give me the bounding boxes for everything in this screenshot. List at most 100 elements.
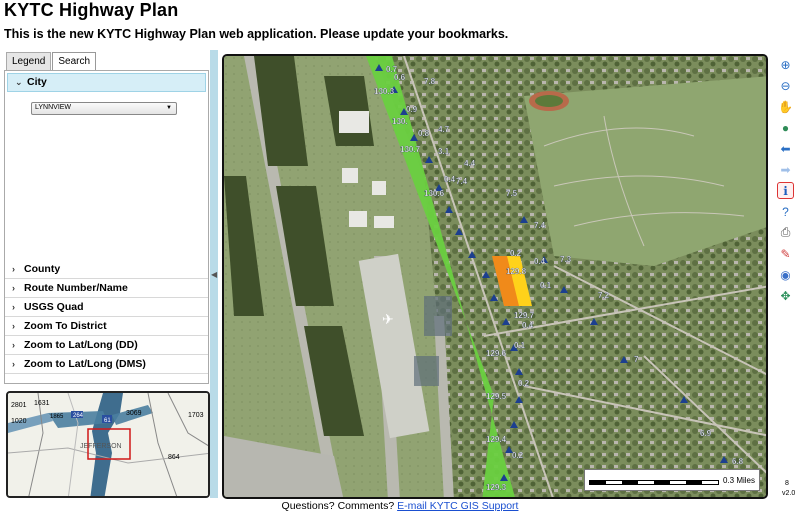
mile-label: 129.3 [486, 483, 507, 492]
mile-label: 129.6 [486, 349, 507, 358]
left-panel: Legend Search ⌄ City LYNNVIEW ▼ › County ›… [4, 50, 209, 384]
next-extent-button[interactable]: ➡ [777, 161, 794, 178]
coordinates-button[interactable]: ✥ [777, 287, 794, 304]
overview-label: 3069 [126, 410, 142, 417]
mile-label: 0.8 [418, 129, 430, 138]
previous-extent-icon: ⬅ [780, 141, 791, 156]
basemap-globe-button[interactable]: ◉ [777, 266, 794, 283]
mile-label: 0.2 [518, 379, 530, 388]
accordion-district[interactable]: › Zoom To District [5, 317, 208, 336]
zoom-level: 8 [785, 480, 789, 487]
accordion-label: County [24, 263, 61, 275]
chevron-right-icon: › [12, 321, 15, 331]
mile-label: 4.4 [464, 159, 476, 168]
mile-label: 7.4 [534, 221, 546, 230]
mile-label: 7.8 [424, 77, 436, 86]
mile-label: 130.7 [400, 145, 421, 154]
accordion-label: Zoom to Lat/Long (DD) [24, 339, 138, 351]
query-help-button[interactable]: ? [777, 203, 794, 220]
previous-extent-button[interactable]: ⬅ [777, 140, 794, 157]
print-icon: ⎙ [780, 225, 791, 239]
mile-label: 7.4 [456, 177, 468, 186]
mile-label: 129.8 [506, 267, 527, 276]
mile-label: 0.4 [534, 257, 546, 266]
footer-text: Questions? Comments? [281, 500, 395, 512]
airplane-icon: ✈ [382, 311, 394, 327]
query-help-icon: ? [782, 204, 789, 219]
full-extent-globe-icon: ● [781, 120, 790, 135]
mile-label: 0.6 [394, 73, 406, 82]
mile-label: 0.9 [406, 105, 418, 114]
panel-tabs: Legend Search [6, 52, 97, 72]
mile-label: 129.5 [486, 392, 507, 401]
mile-label: 0.1 [514, 341, 526, 350]
accordion-label: Route Number/Name [24, 282, 128, 294]
map-view[interactable]: 0.7 0.6 7.8 130.3 0.9 130. 0.8 4.7 130.7… [222, 54, 768, 499]
scale-bar: 0.3 Miles [584, 469, 760, 491]
zoom-out-button[interactable]: ⊖ [777, 77, 794, 94]
city-section: LYNNVIEW ▼ [5, 94, 208, 260]
mile-label: 129.7 [514, 311, 535, 320]
mile-label: 0.2 [510, 249, 522, 258]
chevron-right-icon: › [12, 359, 15, 369]
accordion-city-label: City [27, 76, 47, 88]
tab-legend[interactable]: Legend [6, 52, 52, 70]
pan-hand-button[interactable]: ✋ [777, 98, 794, 115]
overview-label: 1631 [34, 400, 50, 407]
mile-label: 7 [634, 355, 639, 364]
mile-label: 7.3 [560, 255, 572, 264]
search-panel: ⌄ City LYNNVIEW ▼ › County › Route Number/N… [4, 70, 209, 384]
chevron-right-icon: › [12, 283, 15, 293]
mile-label: 130. [392, 117, 408, 126]
accordion-label: Zoom To District [24, 320, 107, 332]
collapse-arrow-icon[interactable]: ◀ [211, 270, 217, 279]
mile-label: 0.4 [444, 175, 456, 184]
overview-map-graphic: 1631 2801 1020 1865 264 3069 1703 JEFFER… [8, 393, 208, 496]
mile-label: 130.3 [374, 87, 395, 96]
eraser-icon: ✎ [780, 246, 791, 261]
accordion-county[interactable]: › County [5, 260, 208, 279]
city-select-value: LYNNVIEW [35, 104, 72, 111]
tab-search[interactable]: Search [52, 52, 97, 72]
pan-hand-icon: ✋ [778, 99, 793, 114]
identify-info-button[interactable]: ℹ [777, 182, 794, 199]
support-email-link[interactable]: E-mail KYTC GIS Support [397, 500, 518, 512]
full-extent-globe-button[interactable]: ● [777, 119, 794, 136]
accordion-city[interactable]: ⌄ City [7, 73, 206, 92]
zoom-in-button[interactable]: ⊕ [777, 56, 794, 73]
overview-label: 2801 [11, 402, 27, 409]
mile-label: 4.7 [438, 125, 450, 134]
map-toolbar: ⊕ ⊖ ✋ ● ⬅ ➡ ℹ? ⎙ ✎ ◉ ✥ [777, 56, 797, 308]
mile-label: 3.1 [438, 147, 450, 156]
panel-splitter[interactable]: ◀ [210, 50, 218, 498]
overview-label: 61 [104, 418, 111, 424]
version-label: v2.0 [782, 490, 796, 497]
chevron-right-icon: › [12, 302, 15, 312]
mile-label: 7.5 [506, 189, 518, 198]
mile-label: 0.4 [522, 321, 534, 330]
overview-map[interactable]: 1631 2801 1020 1865 264 3069 1703 JEFFER… [6, 391, 210, 498]
print-button[interactable]: ⎙ [777, 224, 794, 241]
accordion-label: USGS Quad [24, 301, 84, 313]
accordion-latlong-dms[interactable]: › Zoom to Lat/Long (DMS) [5, 355, 208, 374]
overview-label: 864 [168, 454, 180, 461]
zoom-out-icon: ⊖ [780, 78, 791, 93]
mile-label: 0.1 [540, 281, 552, 290]
identify-info-icon: ℹ [783, 183, 788, 198]
mile-label: 7.2 [598, 291, 610, 300]
bookmark-notice: This is the new KYTC Highway Plan web ap… [4, 27, 509, 41]
accordion-route[interactable]: › Route Number/Name [5, 279, 208, 298]
coordinates-icon: ✥ [780, 288, 791, 303]
mile-label: 130.6 [424, 189, 445, 198]
eraser-button[interactable]: ✎ [777, 245, 794, 262]
mile-label: 6.8 [732, 457, 744, 466]
chevron-right-icon: › [12, 264, 15, 274]
zoom-in-icon: ⊕ [780, 57, 791, 72]
overview-label: 264 [73, 413, 84, 419]
city-select[interactable]: LYNNVIEW ▼ [31, 102, 177, 115]
overview-label: 1703 [188, 412, 204, 419]
overview-label: 1020 [11, 418, 27, 425]
accordion-latlong-dd[interactable]: › Zoom to Lat/Long (DD) [5, 336, 208, 355]
overview-label: JEFFERSON [80, 443, 122, 450]
accordion-usgs-quad[interactable]: › USGS Quad [5, 298, 208, 317]
